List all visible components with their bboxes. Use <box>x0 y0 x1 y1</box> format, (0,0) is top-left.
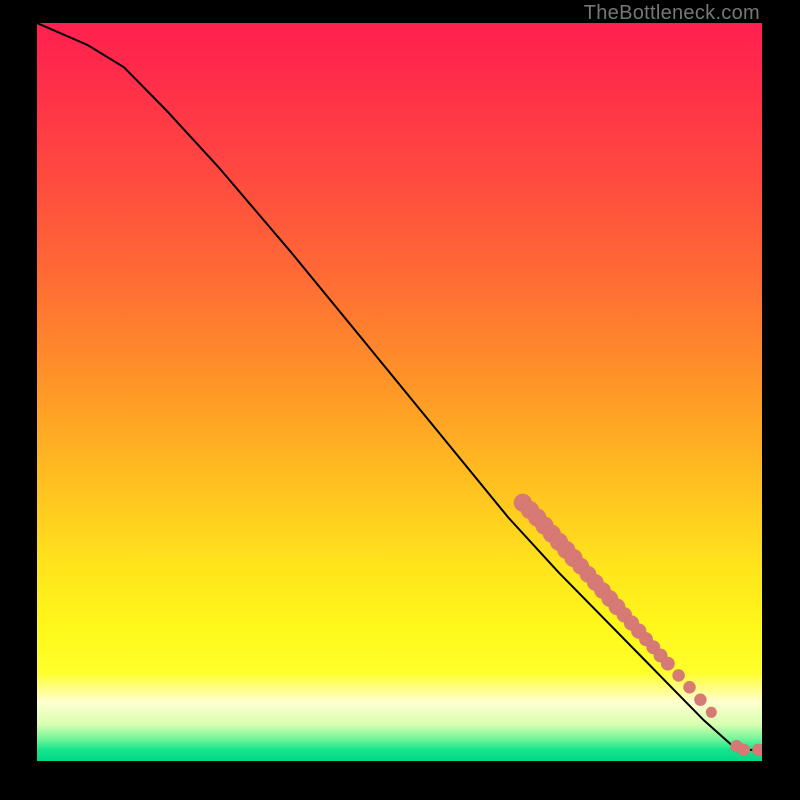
chart-stage: TheBottleneck.com <box>0 0 800 800</box>
data-marker <box>706 707 717 718</box>
plot-area <box>37 23 762 761</box>
watermark-text: TheBottleneck.com <box>584 2 760 25</box>
data-marker <box>683 681 695 693</box>
data-marker <box>672 669 684 681</box>
markers-group <box>514 494 762 756</box>
chart-overlay-svg <box>37 23 762 761</box>
data-marker <box>694 694 706 706</box>
data-marker <box>752 744 762 756</box>
data-marker <box>661 657 675 671</box>
data-marker <box>738 744 750 756</box>
